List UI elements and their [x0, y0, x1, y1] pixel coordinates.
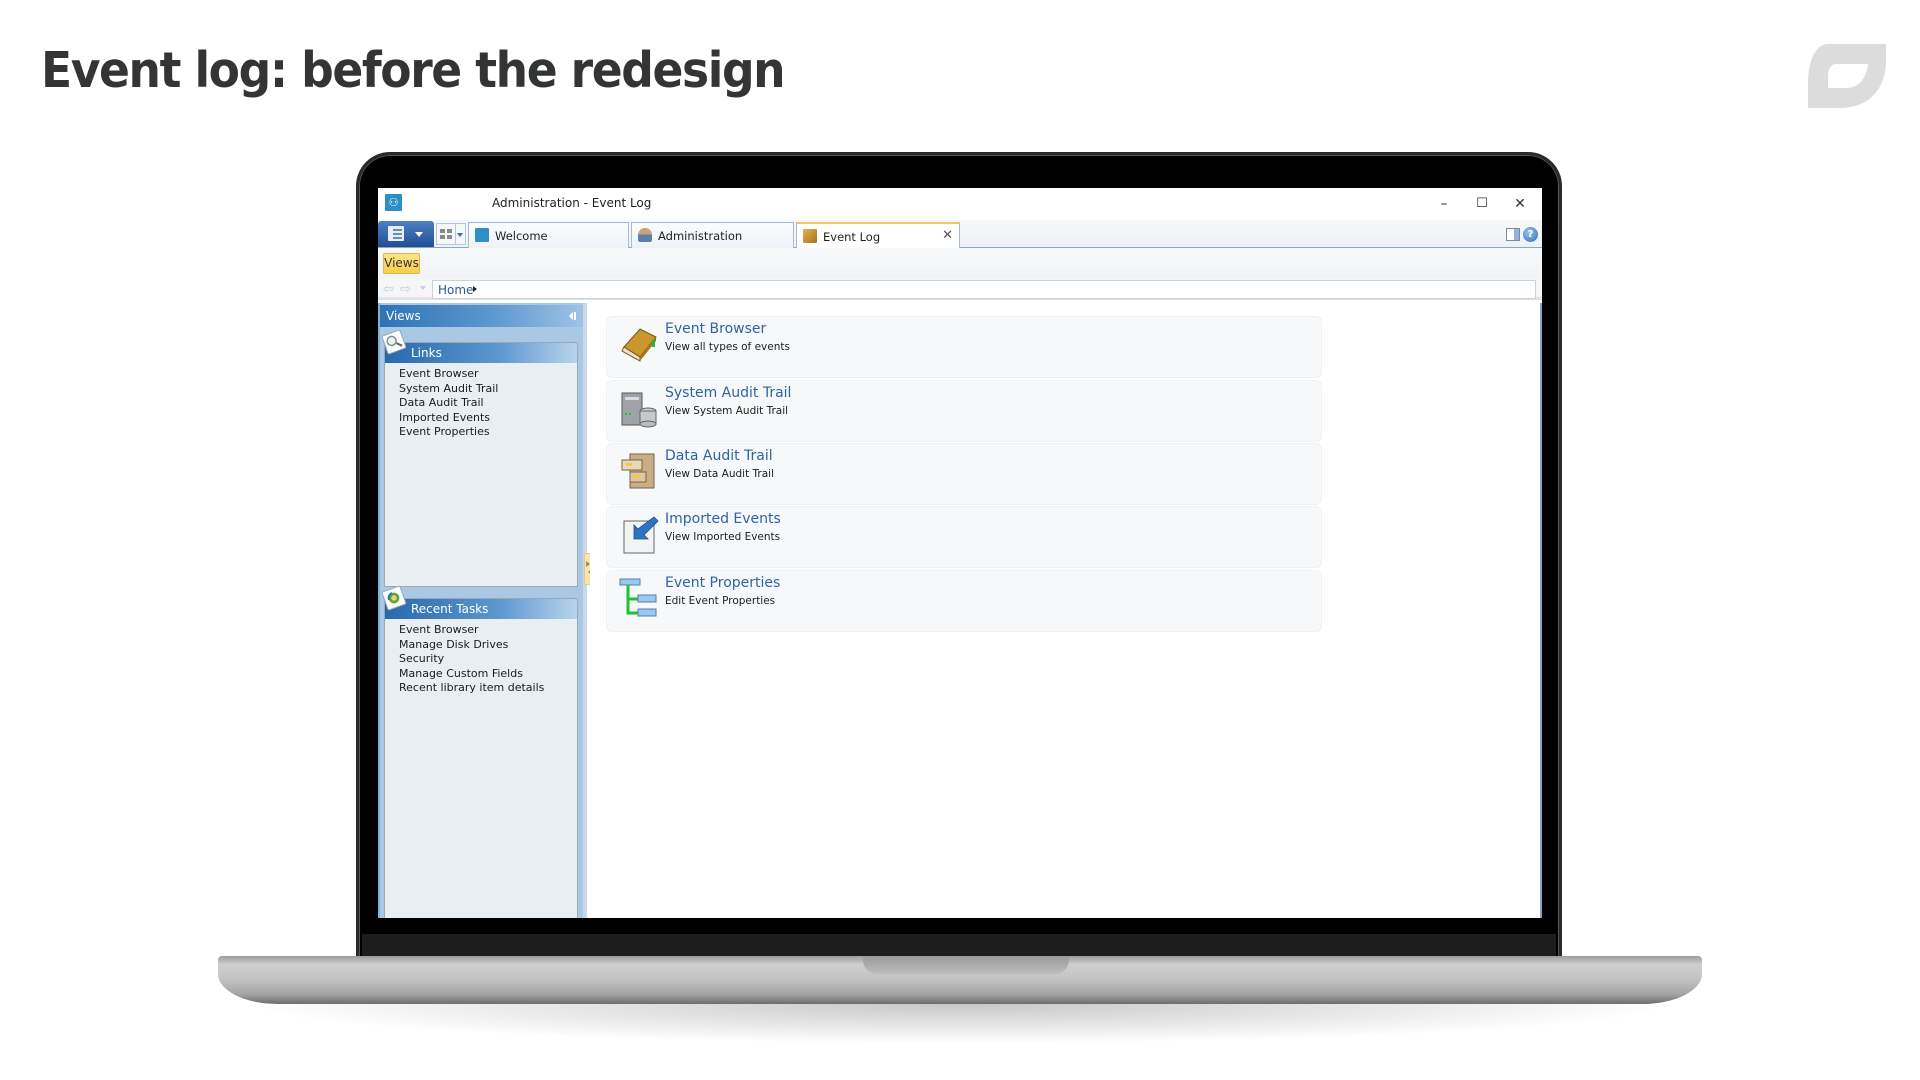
card-description: Edit Event Properties [665, 595, 776, 607]
card-description: View System Audit Trail [665, 405, 789, 417]
laptop-notch [863, 956, 1069, 974]
tab-administration[interactable]: Administration [631, 222, 794, 248]
breadcrumb-home[interactable]: Home [438, 283, 473, 297]
event-log-book-icon [803, 229, 817, 243]
ribbon: Views [378, 248, 1542, 278]
card-title[interactable]: Imported Events [665, 511, 781, 527]
layout-button[interactable] [436, 223, 456, 245]
server-database-icon [621, 392, 657, 428]
card-description: View Imported Events [665, 531, 781, 543]
card-description: View all types of events [665, 341, 790, 353]
panel-toggle-icon[interactable] [1506, 228, 1520, 241]
sidebar-header: Views [380, 305, 583, 327]
forward-arrow-icon[interactable]: ⇨ [400, 282, 411, 297]
chevron-down-icon [415, 232, 423, 241]
recent-task-item[interactable]: Manage Disk Drives [399, 638, 544, 653]
history-dropdown-icon[interactable] [420, 286, 426, 293]
app-window: ⚇ Administration - Event Log – ☐ ✕ Welco… [378, 188, 1542, 918]
window-title: Administration - Event Log [492, 196, 652, 210]
views-button[interactable]: Views [383, 253, 420, 274]
tab-welcome[interactable]: Welcome [468, 222, 629, 248]
user-admin-icon [475, 228, 489, 242]
administrator-icon [638, 228, 652, 242]
title-bar: ⚇ Administration - Event Log – ☐ ✕ [378, 188, 1542, 220]
card-title[interactable]: Event Browser [665, 321, 766, 337]
recent-tasks-list: Event Browser Manage Disk Drives Securit… [399, 623, 544, 696]
file-cabinet-icon [621, 453, 655, 489]
tree-properties-icon [619, 578, 657, 617]
main-menu-button[interactable] [378, 221, 434, 247]
content-area: Event Browser View all types of events S… [590, 303, 1542, 918]
tab-label: Welcome [495, 229, 548, 243]
laptop-chin [362, 918, 1556, 958]
maximize-button[interactable]: ☐ [1462, 192, 1502, 216]
book-icon [621, 328, 657, 362]
breadcrumb[interactable]: Home [432, 280, 1536, 299]
links-panel: Links Event Browser System Audit Trail D… [381, 329, 578, 587]
recent-task-item[interactable]: Manage Custom Fields [399, 667, 544, 682]
panel-header[interactable]: Recent Tasks [385, 599, 577, 619]
card-title[interactable]: Event Properties [665, 575, 780, 591]
tab-event-log[interactable]: Event Log ✕ [796, 222, 960, 249]
card-system-audit-trail[interactable]: System Audit Trail View System Audit Tra… [606, 380, 1322, 442]
laptop-shadow [240, 1004, 1680, 1044]
tab-label: Administration [658, 229, 743, 243]
brand-logo-icon [1808, 44, 1886, 108]
card-data-audit-trail[interactable]: Data Audit Trail View Data Audit Trail [606, 443, 1322, 505]
minimize-button[interactable]: – [1424, 192, 1464, 216]
sidebar: Views Links Event Browser System Audit T… [378, 303, 592, 918]
menu-list-icon [388, 226, 404, 241]
card-event-browser[interactable]: Event Browser View all types of events [606, 316, 1322, 378]
link-imported-events[interactable]: Imported Events [399, 411, 498, 426]
navigation-bar: ⇦ ⇨ Home [378, 278, 1542, 300]
grid-icon [440, 229, 452, 240]
link-data-audit-trail[interactable]: Data Audit Trail [399, 396, 498, 411]
close-tab-icon[interactable]: ✕ [942, 228, 953, 243]
card-title[interactable]: System Audit Trail [665, 385, 791, 401]
recent-task-item[interactable]: Security [399, 652, 544, 667]
link-event-browser[interactable]: Event Browser [399, 367, 498, 382]
layout-dropdown-button[interactable] [456, 223, 466, 245]
collapse-sidebar-icon[interactable] [569, 312, 577, 320]
link-event-properties[interactable]: Event Properties [399, 425, 498, 440]
link-system-audit-trail[interactable]: System Audit Trail [399, 382, 498, 397]
tab-label: Event Log [823, 230, 881, 244]
tab-bar: Welcome Administration Event Log ✕ ? [378, 220, 1542, 249]
help-icon[interactable]: ? [1523, 227, 1538, 242]
sidebar-splitter[interactable] [583, 303, 592, 918]
card-description: View Data Audit Trail [665, 468, 774, 480]
back-arrow-icon[interactable]: ⇦ [383, 282, 394, 297]
recent-task-item[interactable]: Recent library item details [399, 681, 544, 696]
breadcrumb-arrow-icon[interactable] [473, 286, 480, 292]
card-imported-events[interactable]: Imported Events View Imported Events [606, 506, 1322, 568]
links-list: Event Browser System Audit Trail Data Au… [399, 367, 498, 440]
recent-task-item[interactable]: Event Browser [399, 623, 544, 638]
slide-title: Event log: before the redesign [41, 42, 786, 99]
panel-header[interactable]: Links [385, 343, 577, 363]
recent-tasks-panel: Recent Tasks Event Browser Manage Disk D… [381, 585, 578, 918]
import-arrow-icon [623, 516, 659, 554]
card-event-properties[interactable]: Event Properties Edit Event Properties [606, 570, 1322, 632]
app-user-admin-icon: ⚇ [385, 194, 402, 211]
sidebar-title: Views [386, 309, 421, 323]
card-title[interactable]: Data Audit Trail [665, 448, 773, 464]
close-window-button[interactable]: ✕ [1500, 192, 1540, 216]
